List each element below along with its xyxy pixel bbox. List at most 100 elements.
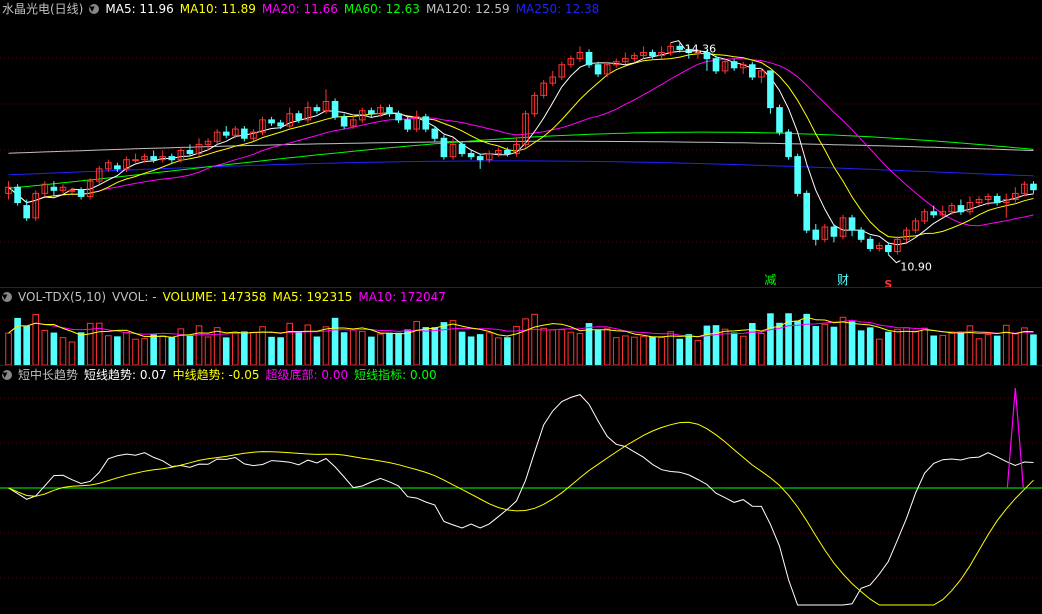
volume-bar xyxy=(866,327,874,365)
volume-bar xyxy=(114,336,121,365)
volume-bar xyxy=(1012,333,1019,365)
short-trend-line xyxy=(8,394,1034,606)
volume-bar xyxy=(77,332,85,365)
volume-bar xyxy=(141,338,148,365)
volume-bar xyxy=(204,336,212,365)
candle xyxy=(767,70,774,109)
candle xyxy=(957,205,965,213)
high-price-label: 14.36 xyxy=(685,43,717,56)
candle xyxy=(594,64,602,75)
volume-bar xyxy=(984,334,992,365)
candle xyxy=(23,205,30,219)
candle xyxy=(68,189,76,192)
volume-bar xyxy=(222,337,230,365)
volume-bar xyxy=(340,332,348,365)
candle xyxy=(848,217,856,231)
volume-bar xyxy=(621,335,629,365)
candle xyxy=(268,119,275,124)
volume-bar xyxy=(830,326,838,365)
candle xyxy=(132,159,139,162)
ma250-line xyxy=(8,160,1034,177)
candle xyxy=(830,226,838,237)
trend-toggle-icon[interactable]: ▼ xyxy=(2,370,12,380)
volume-bar xyxy=(59,337,67,365)
trend-indicator-title[interactable]: 短中长趋势 xyxy=(18,366,78,384)
volume-bar xyxy=(685,334,693,365)
candle xyxy=(422,116,430,130)
ma60-legend: MA60: 12.63 xyxy=(343,2,420,16)
volume-bar xyxy=(903,327,910,365)
candle xyxy=(676,45,684,50)
volume-bar xyxy=(168,337,176,365)
volume-bar xyxy=(894,328,901,365)
event-marker-reduce: 减 xyxy=(764,273,776,287)
volume-bar xyxy=(839,316,847,365)
ma5-legend: MA5: 11.96 xyxy=(105,2,174,16)
volume-bar xyxy=(522,318,529,365)
candle xyxy=(712,58,720,72)
candle xyxy=(440,137,448,158)
candle xyxy=(277,122,284,127)
vol-ma10-line xyxy=(8,319,1034,338)
price-chart[interactable]: 14.3610.90减财 S xyxy=(0,18,1042,288)
candle xyxy=(458,143,466,155)
volume-bar xyxy=(640,336,647,365)
stock-title[interactable]: 水晶光电(日线) xyxy=(2,0,83,18)
candle xyxy=(14,186,21,204)
volume-bar xyxy=(1002,324,1010,365)
volume-indicator-title[interactable]: VOL-TDX(5,10) xyxy=(18,288,106,306)
candle xyxy=(295,113,303,121)
volume-bar xyxy=(875,338,883,365)
candle xyxy=(168,156,176,161)
super-bottom-spike xyxy=(1006,387,1024,489)
volume-bar xyxy=(150,334,157,365)
volume-bar xyxy=(250,331,257,365)
candle xyxy=(476,156,484,161)
volume-bar xyxy=(631,336,638,365)
candle xyxy=(368,110,375,115)
volume-bar xyxy=(458,331,466,365)
ma10-legend: MA10: 11.89 xyxy=(179,2,256,16)
volume-bar xyxy=(504,337,511,365)
volume-bar xyxy=(449,320,457,365)
volume-bar xyxy=(612,337,620,365)
volume-bar xyxy=(703,325,711,365)
volume-bar xyxy=(268,336,275,365)
volume-bar xyxy=(667,331,674,365)
volume-bar xyxy=(331,317,339,365)
volume-bar xyxy=(531,313,538,365)
short-indicator-legend: 短线指标: 0.00 xyxy=(354,368,437,382)
candle xyxy=(386,107,393,115)
candle xyxy=(340,116,348,127)
trend-chart[interactable] xyxy=(0,383,1042,613)
volume-bar xyxy=(803,313,811,365)
volume-bar xyxy=(440,322,448,365)
volume-bar xyxy=(23,325,30,365)
candle xyxy=(776,107,783,133)
volume-bar xyxy=(277,337,284,365)
trend-panel-header: ▼ 短中长趋势 短线趋势: 0.07 中线趋势: -0.05 超级底部: 0.0… xyxy=(0,366,437,384)
volume-bar xyxy=(32,313,40,365)
volume-legend: VOLUME: 147358 xyxy=(162,290,267,304)
volume-bar xyxy=(313,336,321,365)
settings-toggle-icon[interactable]: ▼ xyxy=(89,4,100,14)
volume-bar xyxy=(1021,327,1028,365)
main-panel-header: 水晶光电(日线) ▼ MA5: 11.96 MA10: 11.89 MA20: … xyxy=(0,0,599,18)
vvol-legend: VVOL: - xyxy=(112,290,157,304)
candle xyxy=(404,119,411,130)
candle xyxy=(649,52,656,57)
volume-bar xyxy=(948,332,956,365)
volume-bar xyxy=(132,338,139,365)
short-trend-legend: 短线趋势: 0.07 xyxy=(84,368,167,382)
volume-chart[interactable] xyxy=(0,305,1042,365)
candle xyxy=(993,195,1001,204)
volume-bar xyxy=(939,334,947,365)
candle xyxy=(785,131,792,158)
volume-bar xyxy=(930,335,938,365)
volume-bar xyxy=(104,335,112,365)
candle xyxy=(467,153,475,158)
mid-trend-legend: 中线趋势: -0.05 xyxy=(172,368,260,382)
candle xyxy=(241,128,248,139)
volume-toggle-icon[interactable]: ▼ xyxy=(2,292,12,302)
candle xyxy=(748,64,756,78)
